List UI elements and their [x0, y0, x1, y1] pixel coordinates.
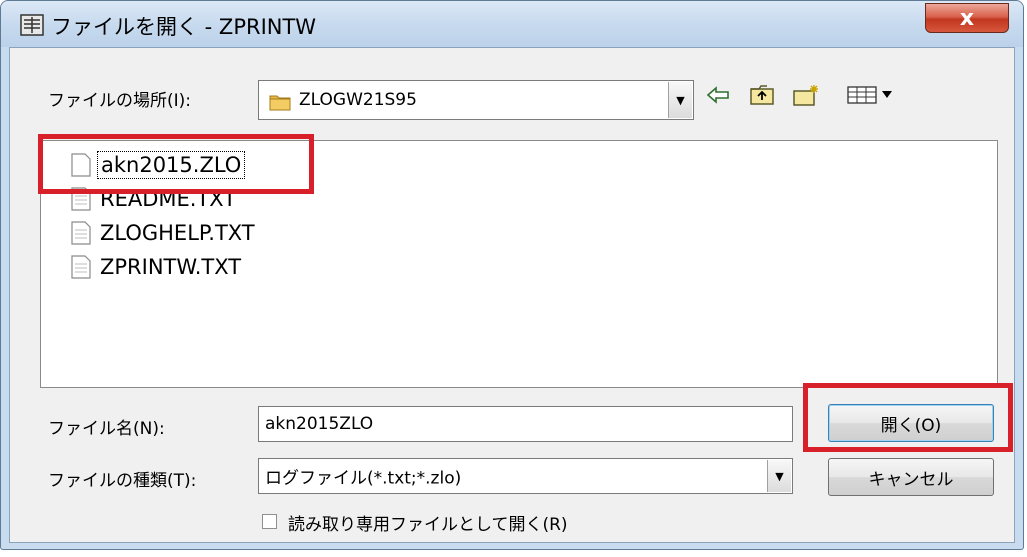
filename-field[interactable] [259, 407, 792, 441]
printer-app-icon [20, 14, 44, 36]
text-file-icon [71, 255, 91, 279]
readonly-label: 読み取り専用ファイルとして開く(R) [288, 515, 568, 535]
title-bar[interactable]: ファイルを開く - ZPRINTW x [1, 1, 1023, 47]
text-file-icon [71, 221, 91, 245]
cancel-button-label: キャンセル [868, 469, 954, 490]
look-in-label: ファイルの場所(I): [48, 91, 192, 111]
view-menu-icon[interactable] [842, 82, 902, 108]
file-name: ZPRINTW.TXT [100, 255, 242, 279]
up-folder-icon[interactable] [748, 82, 776, 108]
filename-input[interactable] [258, 406, 793, 442]
dialog-body: ファイルの場所(I): ZLOGW21S95 ▼ akn2015.ZLO REA… [9, 47, 1015, 543]
look-in-value: ZLOGW21S95 [299, 90, 417, 110]
file-name: ZLOGHELP.TXT [100, 221, 255, 245]
chevron-down-icon[interactable]: ▼ [767, 460, 791, 492]
highlight-box-file [38, 134, 314, 194]
highlight-box-open-button [803, 383, 1013, 452]
close-button[interactable]: x [925, 3, 1009, 33]
folder-icon [269, 95, 291, 111]
filetype-combobox[interactable]: ログファイル(*.txt;*.zlo) ▼ [258, 458, 793, 494]
filename-label: ファイル名(N): [48, 419, 165, 439]
window-title: ファイルを開く - ZPRINTW [51, 15, 317, 39]
file-open-dialog: ファイルを開く - ZPRINTW x ファイルの場所(I): ZLOGW21S… [0, 0, 1024, 550]
close-icon: x [959, 5, 975, 31]
filetype-label: ファイルの種類(T): [48, 471, 197, 491]
cancel-button[interactable]: キャンセル [828, 458, 994, 496]
file-item[interactable]: ZLOGHELP.TXT [41, 217, 258, 249]
readonly-checkbox[interactable] [262, 514, 277, 529]
file-item[interactable]: ZPRINTW.TXT [41, 251, 244, 283]
new-folder-icon[interactable] [792, 82, 820, 108]
look-in-combobox[interactable]: ZLOGW21S95 ▼ [258, 80, 694, 120]
filetype-value: ログファイル(*.txt;*.zlo) [265, 468, 462, 489]
back-arrow-icon[interactable] [704, 82, 732, 108]
chevron-down-icon[interactable]: ▼ [668, 82, 692, 118]
